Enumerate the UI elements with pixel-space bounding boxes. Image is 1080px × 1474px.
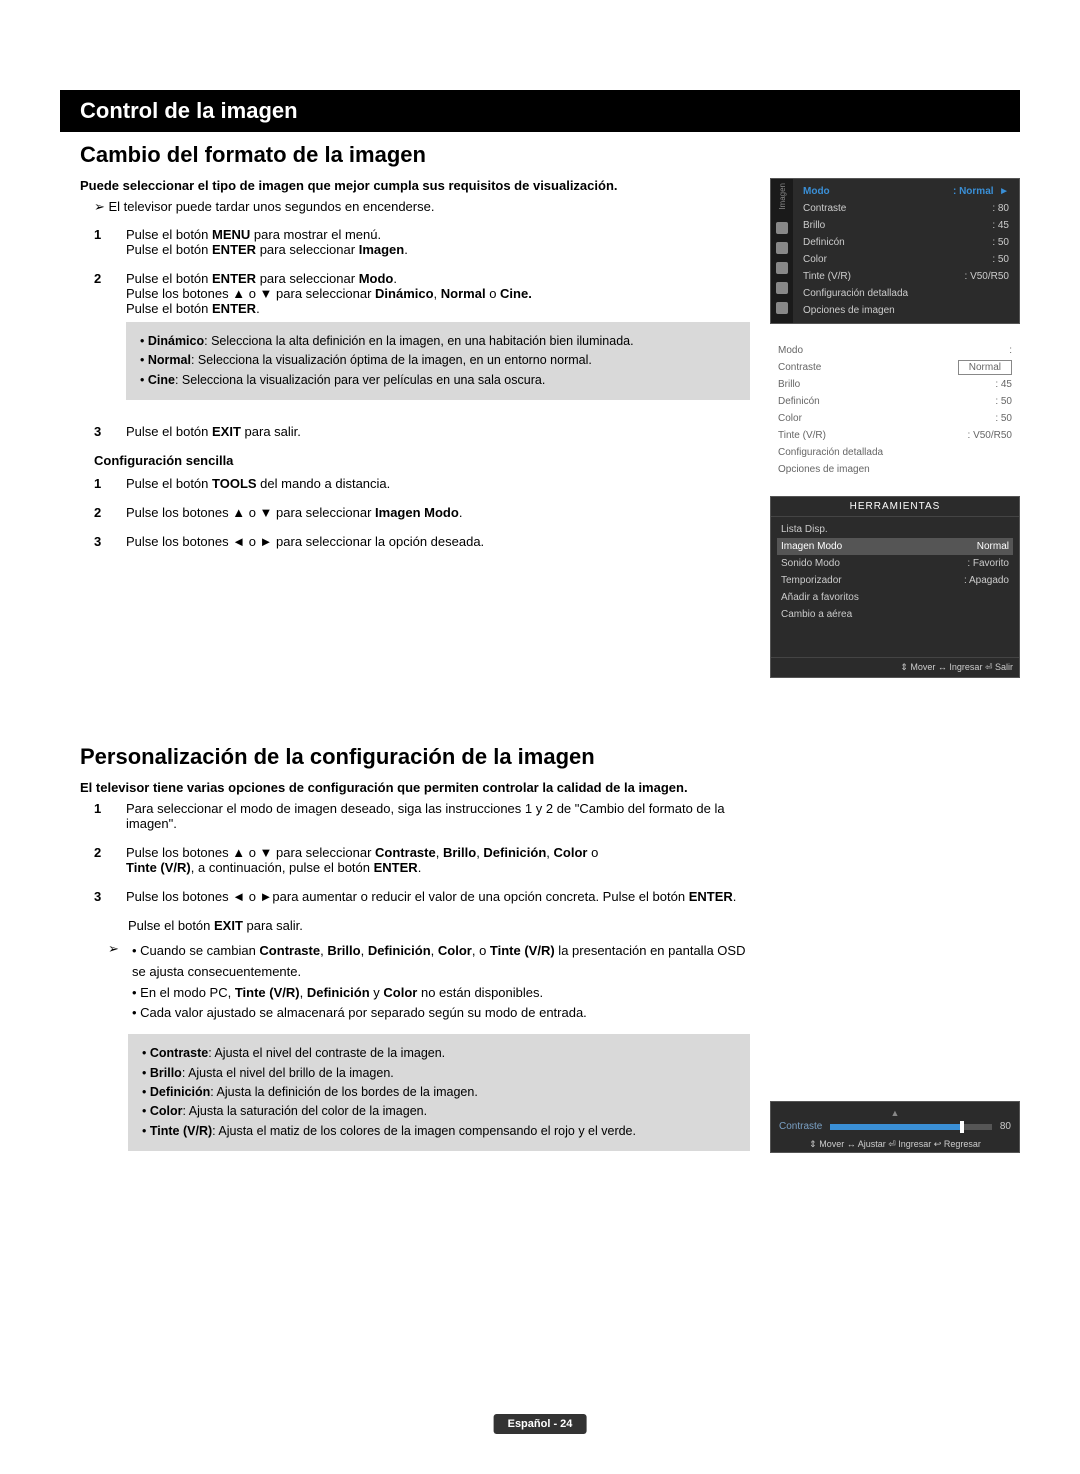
osd-row: Añadir a favoritos xyxy=(777,589,1013,606)
osd-row: Opciones de imagen xyxy=(770,461,1020,478)
osd-row: Opciones de imagen xyxy=(799,302,1013,319)
note-item: Cada valor ajustado se almacenará por se… xyxy=(132,1003,750,1024)
speaker-icon xyxy=(776,242,788,254)
section2-arrow-block: ➢ Cuando se cambian Contraste, Brillo, D… xyxy=(128,941,750,1024)
step-number: 2 xyxy=(94,271,108,410)
slider-value: 80 xyxy=(1000,1121,1011,1132)
step-text: Pulse el botón ENTER para seleccionar Mo… xyxy=(126,271,750,410)
osd-row: Sonido Modo: Favorito xyxy=(777,555,1013,572)
section-title-2: Personalización de la configuración de l… xyxy=(80,744,1020,770)
step-number: 3 xyxy=(94,424,108,439)
slider-handle xyxy=(960,1121,964,1133)
input-icon xyxy=(776,302,788,314)
slider-track xyxy=(830,1124,992,1130)
note-item: En el modo PC, Tinte (V/R), Definición y… xyxy=(132,983,750,1004)
osd-footer-hints: ⇕ Mover ↔ Ingresar ⏎ Salir xyxy=(771,657,1019,677)
osd-row: Brillo: 45 xyxy=(799,217,1013,234)
osd-row: Color: 50 xyxy=(770,410,1020,427)
gear-icon xyxy=(776,282,788,294)
exit-line: Pulse el botón EXIT para salir. xyxy=(128,918,750,933)
osd-row: Lista Disp. xyxy=(777,521,1013,538)
easy-config-steps: 1Pulse el botón TOOLS del mando a distan… xyxy=(94,476,750,549)
osd-row: Definicón: 50 xyxy=(799,234,1013,251)
osd-panel-imagen-menu: Imagen Modo: Normal ► Contraste: 80 Bril… xyxy=(770,178,1020,324)
step-text: Pulse los botones ▲ o ▼ para seleccionar… xyxy=(126,845,750,875)
osd-panel-contraste-slider: ▲ Contraste 80 ⇕ Mover ↔ Ajustar ⏎ Ingre… xyxy=(770,1101,1020,1153)
osd-row: Temporizador: Apagado xyxy=(777,572,1013,589)
slider-label: Contraste xyxy=(779,1121,822,1132)
mode-definitions-box: Dinámico: Selecciona la alta definición … xyxy=(126,322,750,400)
osd-row: Color: 50 xyxy=(799,251,1013,268)
tv-icon xyxy=(776,222,788,234)
osd-panel-herramientas: HERRAMIENTAS Lista Disp. Imagen ModoNorm… xyxy=(770,496,1020,678)
osd-row: Modo: xyxy=(770,342,1020,359)
antenna-icon xyxy=(776,262,788,274)
osd-main-list: Modo: Normal ► Contraste: 80 Brillo: 45 … xyxy=(793,179,1019,323)
step-text: Para seleccionar el modo de imagen desea… xyxy=(126,801,750,831)
osd-selected-value: Normal xyxy=(958,360,1012,375)
osd-title: HERRAMIENTAS xyxy=(771,497,1019,517)
note-item: Cuando se cambian Contraste, Brillo, Def… xyxy=(132,941,750,983)
arrow-right-icon: ► xyxy=(999,186,1009,197)
page-number-badge: Español - 24 xyxy=(494,1414,587,1434)
osd-row: Configuración detallada xyxy=(770,444,1020,461)
step-text: Pulse el botón MENU para mostrar el menú… xyxy=(126,227,750,257)
section1-intro: Puede seleccionar el tipo de imagen que … xyxy=(80,178,750,193)
osd-row: ContrasteNormal xyxy=(770,359,1020,376)
step-text: Pulse el botón TOOLS del mando a distanc… xyxy=(126,476,750,491)
osd-row: Contraste: 80 xyxy=(799,200,1013,217)
easy-config-heading: Configuración sencilla xyxy=(94,453,750,468)
osd-row: Tinte (V/R): V50/R50 xyxy=(799,268,1013,285)
osd-panel-modo-popup: Modo: ContrasteNormal Brillo: 45 Definic… xyxy=(770,342,1020,478)
osd-row: Configuración detallada xyxy=(799,285,1013,302)
chapter-header-bar: Control de la imagen xyxy=(60,90,1020,132)
osd-row: Cambio a aérea xyxy=(777,606,1013,623)
osd-row-selected: Modo: Normal ► xyxy=(799,183,1013,200)
arrow-up-icon: ▲ xyxy=(779,1108,1011,1118)
osd-row: Brillo: 45 xyxy=(770,376,1020,393)
osd-row: Definicón: 50 xyxy=(770,393,1020,410)
section-title-1: Cambio del formato de la imagen xyxy=(80,142,1020,168)
osd-row-selected: Imagen ModoNormal xyxy=(777,538,1013,555)
step-text: Pulse los botones ◄ o ►para aumentar o r… xyxy=(126,889,750,904)
osd-row: Tinte (V/R): V50/R50 xyxy=(770,427,1020,444)
step-text: Pulse los botones ◄ o ► para seleccionar… xyxy=(126,534,750,549)
section2-intro: El televisor tiene varias opciones de co… xyxy=(80,780,750,795)
section1-arrow-note: El televisor puede tardar unos segundos … xyxy=(94,199,750,215)
section1-steps: 1 Pulse el botón MENU para mostrar el me… xyxy=(94,227,750,439)
step-text: Pulse el botón EXIT para salir. xyxy=(126,424,750,439)
section2-steps: 1Para seleccionar el modo de imagen dese… xyxy=(94,801,750,904)
parameter-definitions-box: Contraste: Ajusta el nivel del contraste… xyxy=(128,1034,750,1151)
step-text: Pulse los botones ▲ o ▼ para seleccionar… xyxy=(126,505,750,520)
osd-sidebar: Imagen xyxy=(771,179,793,323)
osd-footer-hints: ⇕ Mover ↔ Ajustar ⏎ Ingresar ↩ Regresar xyxy=(779,1135,1011,1150)
step-number: 1 xyxy=(94,227,108,257)
slider-fill xyxy=(830,1124,959,1130)
osd-sidebar-label: Imagen xyxy=(778,183,787,210)
